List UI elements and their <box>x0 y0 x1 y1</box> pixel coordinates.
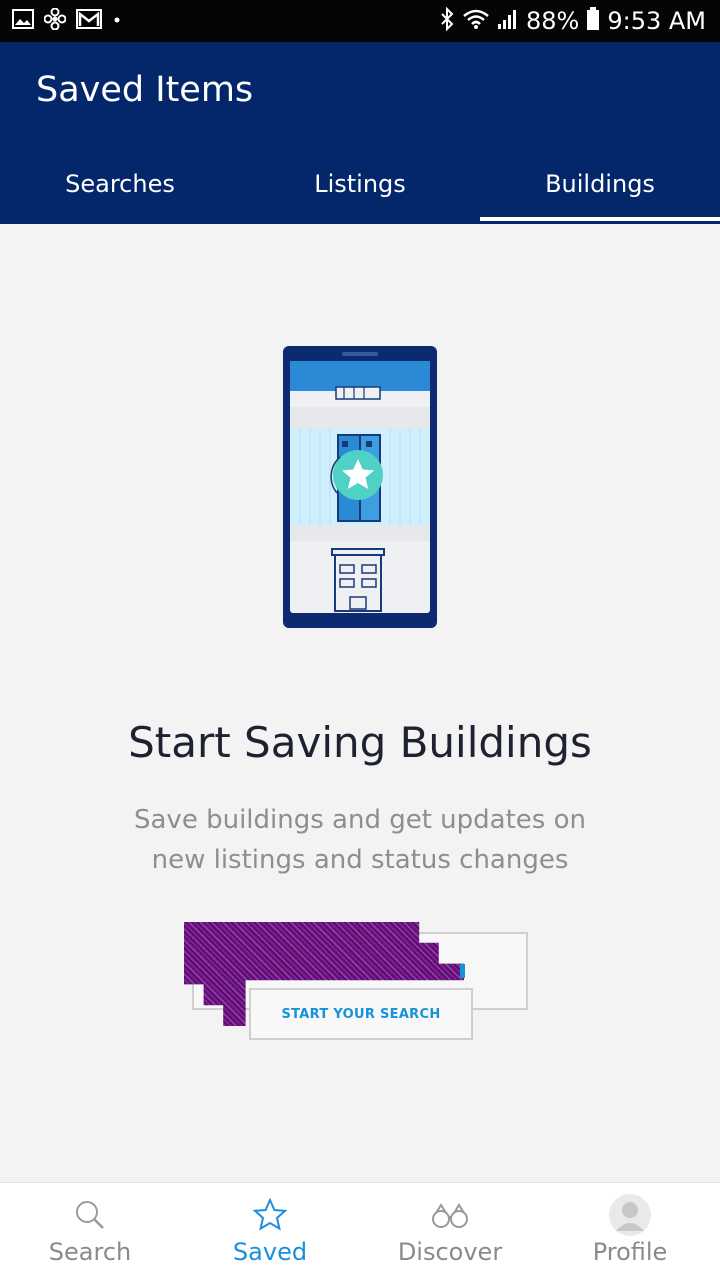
cta-accent-mark <box>460 964 465 978</box>
tab-selected-indicator <box>480 217 720 221</box>
nav-discover[interactable]: Discover <box>360 1183 540 1280</box>
bottom-navigation: Search Saved Discover Profile <box>0 1182 720 1280</box>
tab-searches[interactable]: Searches <box>0 144 240 224</box>
tab-bar: Searches Listings Buildings <box>0 144 720 224</box>
status-right-icons: 88% 9:53 AM <box>439 6 706 36</box>
start-search-button[interactable]: START YOUR SEARCH <box>249 988 473 1040</box>
tab-buildings[interactable]: Buildings <box>480 144 720 224</box>
image-icon <box>12 8 34 34</box>
star-icon <box>252 1197 288 1231</box>
battery-icon <box>586 6 600 36</box>
nav-discover-label: Discover <box>397 1238 503 1266</box>
nav-saved-label: Saved <box>232 1238 308 1266</box>
status-bar: 88% 9:53 AM <box>0 0 720 42</box>
binoculars-icon <box>432 1203 468 1228</box>
page-title: Saved Items <box>36 70 254 110</box>
tab-listings[interactable]: Listings <box>240 144 480 224</box>
wifi-icon <box>462 8 490 35</box>
gmail-icon <box>76 8 102 34</box>
avatar-icon <box>609 1194 651 1236</box>
fan-icon <box>43 7 67 35</box>
signal-icon <box>497 8 519 35</box>
empty-state-subtext: Save buildings and get updates on new li… <box>134 805 586 875</box>
nav-profile[interactable]: Profile <box>540 1183 720 1280</box>
nav-search[interactable]: Search <box>0 1183 180 1280</box>
status-left-icons <box>12 7 122 35</box>
battery-percent: 88% <box>526 7 580 35</box>
search-icon <box>76 1201 104 1229</box>
nav-search-label: Search <box>48 1238 132 1266</box>
app-bar: Saved Items Searches Listings Buildings <box>0 42 720 224</box>
bluetooth-icon <box>439 6 455 36</box>
screen: 88% 9:53 AM Saved Items Searches Listing… <box>0 0 720 1280</box>
empty-state-headline: Start Saving Buildings <box>128 718 592 767</box>
clock: 9:53 AM <box>607 7 706 35</box>
dot-icon <box>112 12 122 30</box>
nav-profile-label: Profile <box>592 1238 668 1266</box>
phone-building-star-icon <box>280 343 440 631</box>
nav-saved[interactable]: Saved <box>180 1183 360 1280</box>
